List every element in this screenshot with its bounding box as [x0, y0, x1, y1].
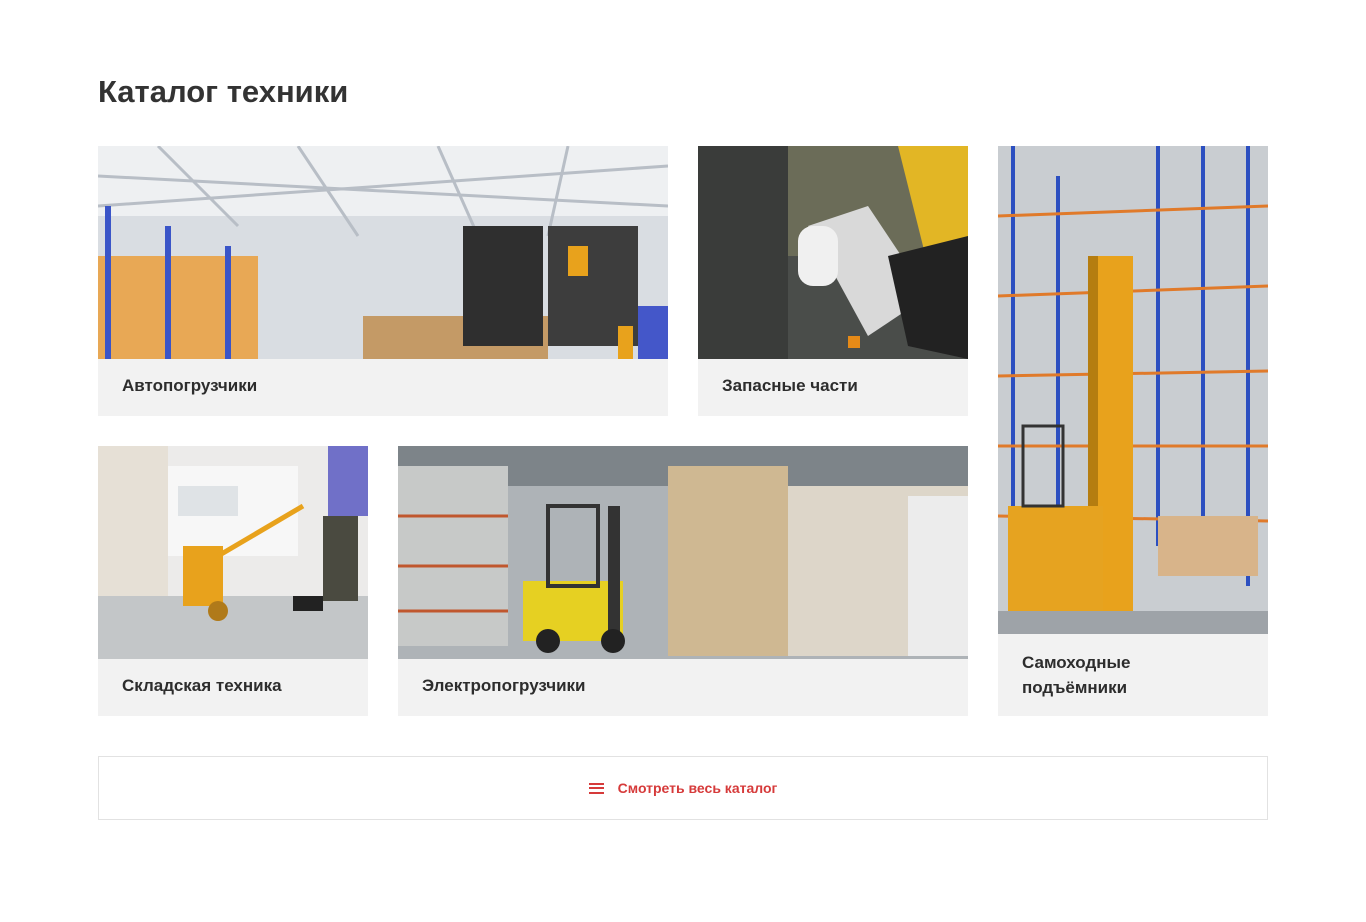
reach-truck-image: [998, 146, 1268, 634]
page-title: Каталог техники: [98, 74, 349, 109]
electric-forklift-image: [398, 446, 968, 659]
forklift-warehouse-image: [98, 146, 668, 359]
category-card-forklifts[interactable]: Автопогрузчики: [98, 146, 668, 416]
category-label: Электропогрузчики: [422, 676, 586, 695]
category-card-warehouse-equipment[interactable]: Складская техника: [98, 446, 368, 716]
menu-icon: [588, 782, 604, 794]
view-full-catalog-button[interactable]: Смотреть весь каталог: [98, 756, 1268, 820]
category-card-self-propelled-lifts[interactable]: Самоходные подъёмники: [998, 146, 1268, 716]
category-label: Автопогрузчики: [122, 376, 258, 395]
category-label: Самоходные подъёмники: [1022, 653, 1131, 697]
category-label: Складская техника: [122, 676, 282, 695]
pallet-jack-image: [98, 446, 368, 659]
view-full-catalog-label: Смотреть весь каталог: [617, 780, 778, 796]
category-card-electric-forklifts[interactable]: Электропогрузчики: [398, 446, 968, 716]
category-card-spare-parts[interactable]: Запасные части: [698, 146, 968, 416]
spare-parts-image: [698, 146, 968, 359]
category-label: Запасные части: [722, 376, 858, 395]
